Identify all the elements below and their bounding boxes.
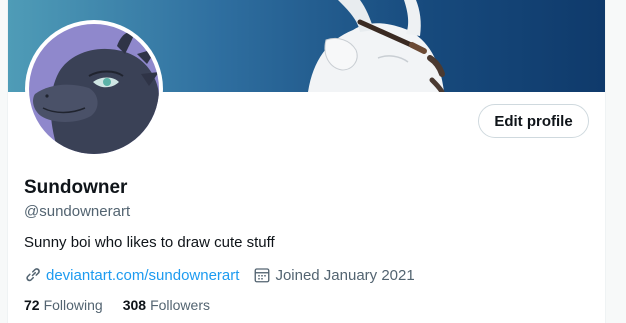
- profile-card: Edit profile Sundowner @sundownerart Sun…: [7, 0, 606, 323]
- following-link[interactable]: 72 Following: [24, 297, 103, 313]
- handle: @sundownerart: [24, 203, 131, 220]
- followers-link[interactable]: 308 Followers: [123, 297, 210, 313]
- following-count: 72: [24, 297, 40, 313]
- profile-meta: deviantart.com/sundownerart Joined Janua…: [24, 265, 415, 285]
- joined-date: Joined January 2021: [275, 266, 415, 284]
- edit-profile-button[interactable]: Edit profile: [478, 104, 589, 138]
- followers-count: 308: [122, 297, 147, 313]
- follow-counts: 72 Following 308 Followers: [24, 297, 230, 313]
- bio: Sunny boi who likes to draw cute stuff: [24, 234, 275, 251]
- website-link[interactable]: deviantart.com/sundownerart: [46, 267, 239, 284]
- followers-label: Followers: [150, 297, 210, 313]
- calendar-icon: [253, 266, 271, 284]
- display-name: Sundowner: [24, 177, 128, 198]
- following-label: Following: [43, 297, 103, 313]
- avatar[interactable]: [25, 20, 163, 158]
- avatar-artwork: [29, 24, 159, 154]
- link-icon: [24, 266, 42, 284]
